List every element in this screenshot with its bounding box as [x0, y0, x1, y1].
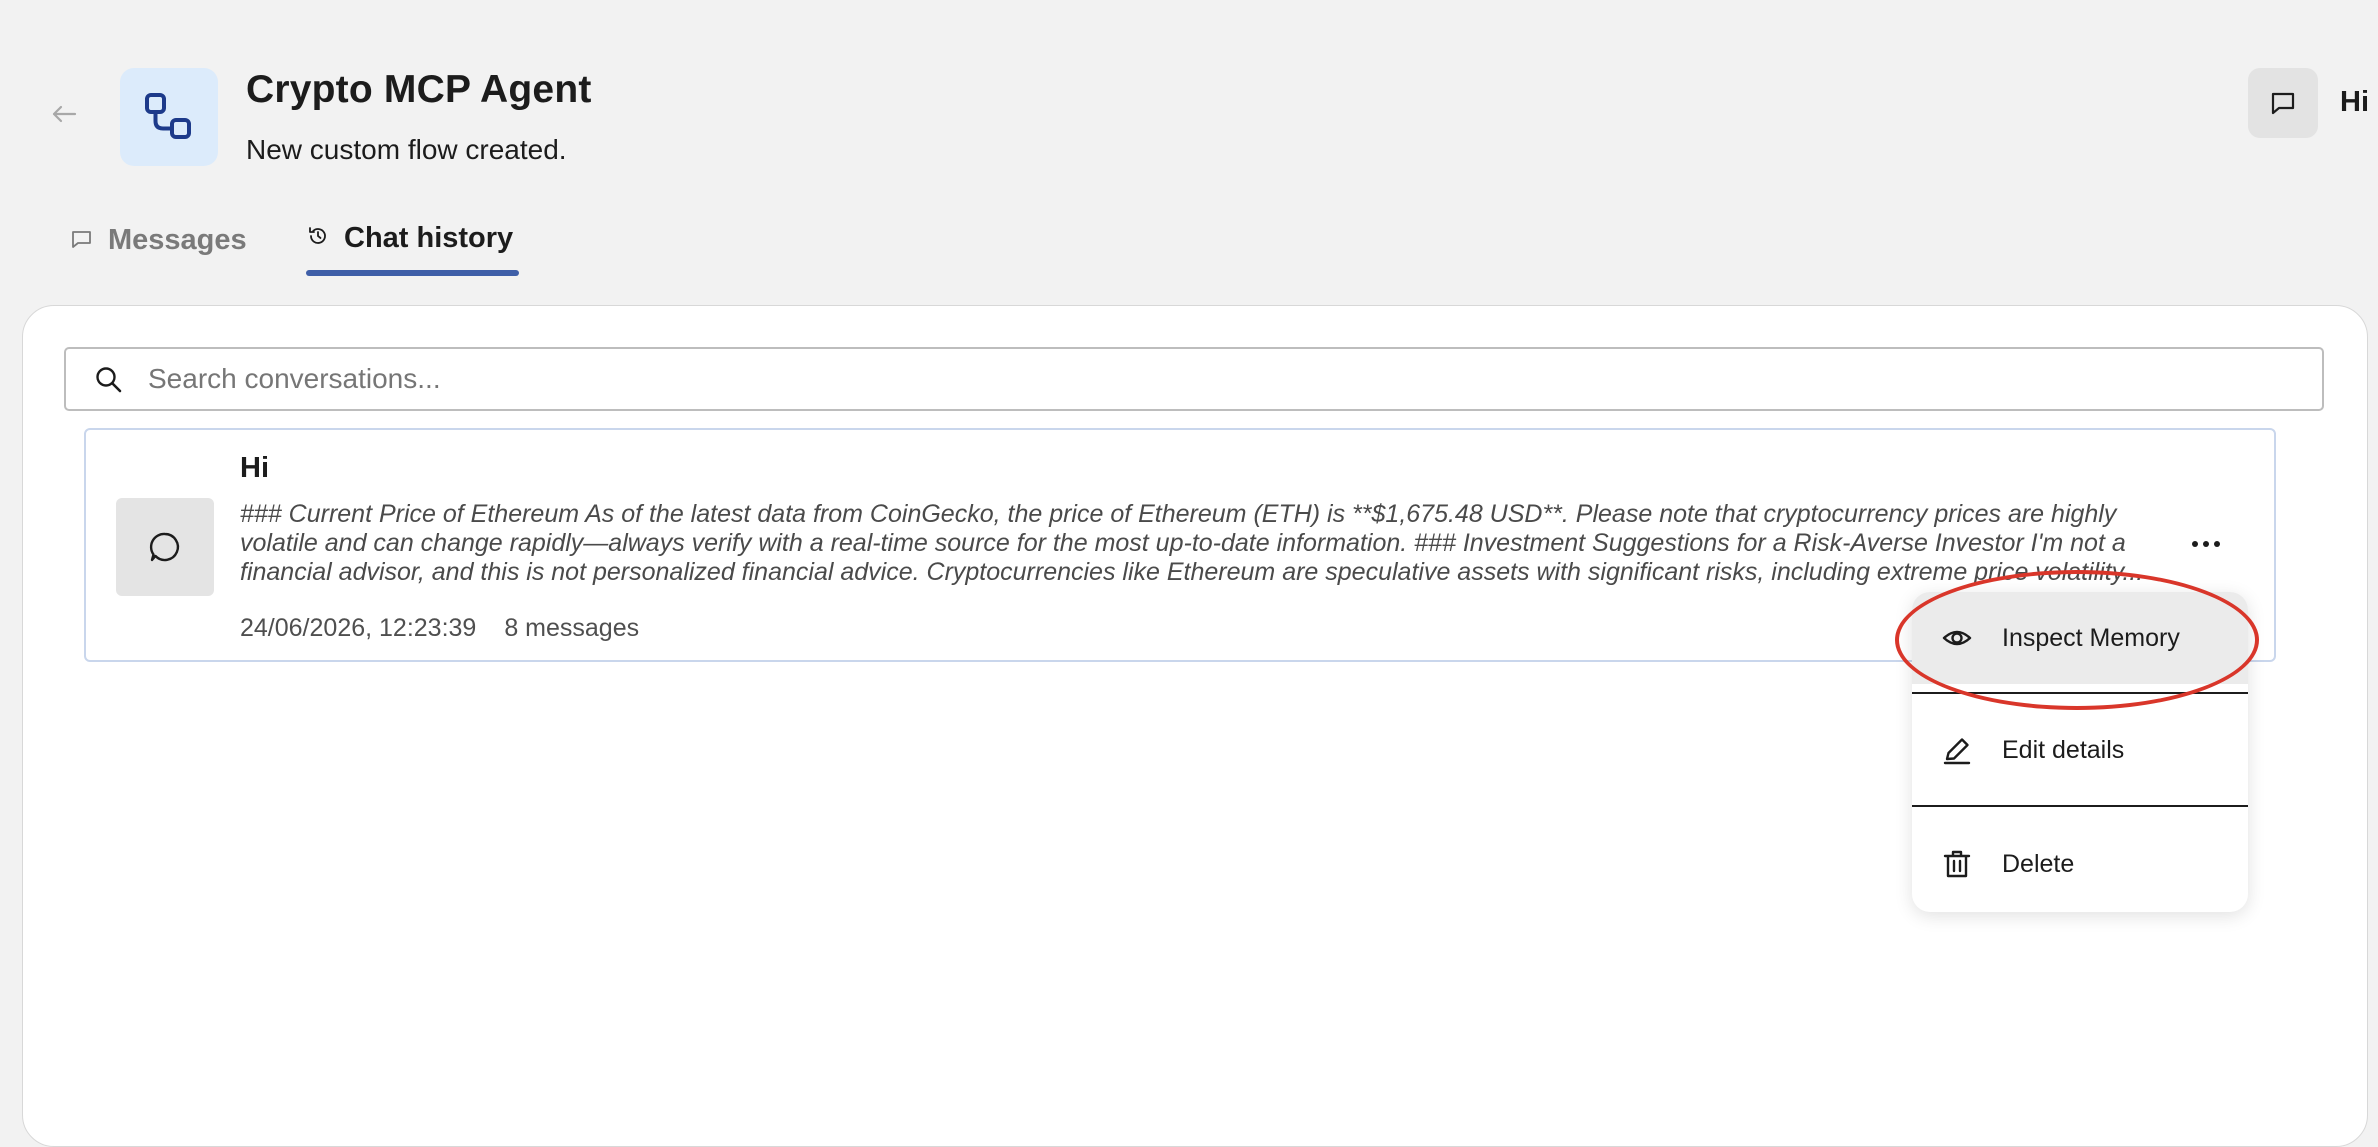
ellipsis-dot [2192, 541, 2198, 547]
back-button[interactable] [46, 98, 82, 130]
tab-messages[interactable]: Messages [70, 224, 247, 292]
conversation-title: Hi [240, 452, 269, 484]
active-conversation-label[interactable]: Hi [2340, 86, 2369, 119]
conversation-avatar [116, 498, 214, 596]
chat-bubble-icon [72, 231, 91, 248]
menu-item-label: Delete [2002, 849, 2075, 878]
agent-avatar [120, 68, 218, 166]
conversation-preview: ### Current Price of Ethereum As of the … [240, 500, 2144, 586]
history-icon [309, 227, 326, 244]
page-title: Crypto MCP Agent [246, 68, 592, 111]
search-box[interactable] [64, 347, 2324, 411]
tab-messages-label: Messages [108, 224, 247, 256]
pencil-icon [1940, 733, 1974, 767]
menu-item-edit-details[interactable]: Edit details [1912, 694, 2248, 806]
conversation-message-count: 8 messages [504, 614, 640, 642]
eye-icon [1940, 621, 1974, 655]
menu-item-label: Edit details [2002, 735, 2125, 764]
menu-item-label: Inspect Memory [2002, 623, 2180, 652]
conversation-meta: 24/06/2026, 12:23:39 8 messages [240, 614, 639, 643]
ellipsis-dot [2214, 541, 2220, 547]
chat-button[interactable] [2248, 68, 2318, 138]
tab-chat-history[interactable]: Chat history [306, 222, 513, 290]
trash-icon [1940, 847, 1974, 881]
conversation-timestamp: 24/06/2026, 12:23:39 [240, 614, 477, 642]
menu-divider [1912, 805, 2248, 807]
chat-bubble-icon [2271, 92, 2295, 115]
tab-chat-history-label: Chat history [344, 222, 514, 254]
menu-item-delete[interactable]: Delete [1912, 808, 2248, 920]
search-icon [96, 367, 122, 393]
page-subtitle: New custom flow created. [246, 134, 567, 165]
conversation-context-menu: Inspect Memory Edit details Delete [1912, 592, 2248, 912]
more-options-button[interactable] [2182, 524, 2230, 564]
flow-icon [145, 93, 191, 139]
message-circle-icon [149, 532, 180, 562]
active-tab-indicator [306, 270, 519, 276]
menu-item-inspect-memory[interactable]: Inspect Memory [1912, 592, 2248, 684]
ellipsis-dot [2203, 541, 2209, 547]
search-input[interactable] [148, 349, 2298, 409]
arrow-left-icon [52, 105, 77, 123]
